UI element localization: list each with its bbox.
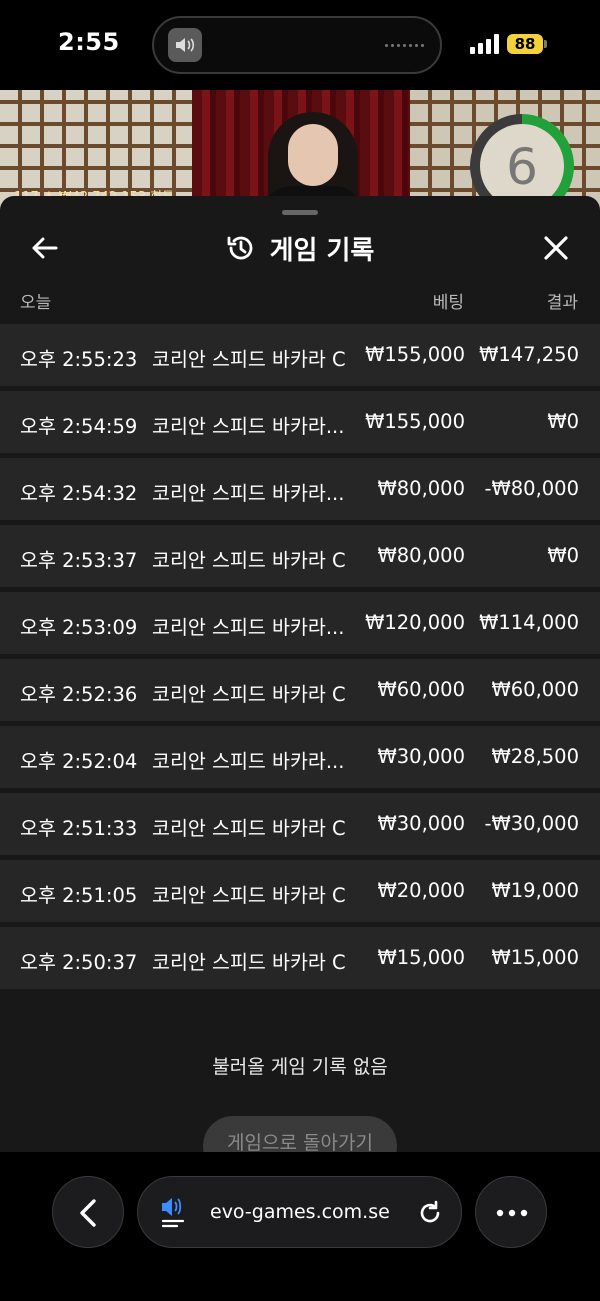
row-game: 코리안 스피드 바카라... xyxy=(152,482,345,505)
row-time: 오후 2:53:37 xyxy=(20,549,138,572)
history-row[interactable]: 오후 2:55:23 코리안 스피드 바카라 C ₩155,000 ₩147,2… xyxy=(0,324,600,386)
row-time: 오후 2:54:59 xyxy=(20,415,138,438)
more-icon xyxy=(496,1209,528,1217)
history-row[interactable]: 오후 2:51:05 코리안 스피드 바카라 C ₩20,000 ₩19,000 xyxy=(0,860,600,922)
address-bar[interactable]: evo-games.com.se xyxy=(137,1176,462,1248)
row-game: 코리안 스피드 바카라... xyxy=(152,616,345,639)
arrow-left-icon xyxy=(32,237,58,259)
history-row[interactable]: 오후 2:53:37 코리안 스피드 바카라 C ₩80,000 ₩0 xyxy=(0,525,600,587)
history-row[interactable]: 오후 2:50:37 코리안 스피드 바카라 C ₩15,000 ₩15,000 xyxy=(0,927,600,989)
round-timer-value: 6 xyxy=(506,138,538,196)
row-game: 코리안 스피드 바카라... xyxy=(152,750,345,773)
row-result: ₩0 xyxy=(547,410,579,433)
close-button[interactable] xyxy=(538,230,574,266)
history-icon xyxy=(227,236,253,260)
history-list: 오후 2:55:23 코리안 스피드 바카라 C ₩155,000 ₩147,2… xyxy=(0,324,600,994)
row-result: ₩19,000 xyxy=(491,879,579,902)
column-bet: 베팅 xyxy=(432,293,464,313)
status-bar: 2:55 88 xyxy=(0,0,600,90)
row-time: 오후 2:50:37 xyxy=(20,951,138,974)
row-bet: ₩60,000 xyxy=(377,678,465,701)
dynamic-island xyxy=(152,16,442,74)
panel-header: 게임 기록 xyxy=(0,226,600,270)
row-game: 코리안 스피드 바카라 C xyxy=(152,683,346,706)
reload-icon[interactable] xyxy=(416,1199,444,1227)
history-row[interactable]: 오후 2:52:04 코리안 스피드 바카라... ₩30,000 ₩28,50… xyxy=(0,726,600,788)
history-row[interactable]: 오후 2:51:33 코리안 스피드 바카라 C ₩30,000 -₩30,00… xyxy=(0,793,600,855)
row-game: 코리안 스피드 바카라 C xyxy=(152,951,346,974)
row-bet: ₩30,000 xyxy=(377,812,465,835)
row-time: 오후 2:51:05 xyxy=(20,884,138,907)
row-time: 오후 2:53:09 xyxy=(20,616,138,639)
row-result: -₩30,000 xyxy=(484,812,579,835)
row-game: 코리안 스피드 바카라 C xyxy=(152,884,346,907)
row-time: 오후 2:55:23 xyxy=(20,348,138,371)
row-time: 오후 2:52:36 xyxy=(20,683,138,706)
browser-toolbar: evo-games.com.se xyxy=(0,1152,600,1301)
panel-title: 게임 기록 xyxy=(269,235,375,266)
history-row[interactable]: 오후 2:52:36 코리안 스피드 바카라 C ₩60,000 ₩60,000 xyxy=(0,659,600,721)
row-bet: ₩120,000 xyxy=(365,611,465,634)
more-button[interactable] xyxy=(475,1176,547,1248)
signal-icon xyxy=(470,34,500,54)
row-time: 오후 2:51:33 xyxy=(20,817,138,840)
row-bet: ₩155,000 xyxy=(365,410,465,433)
row-bet: ₩15,000 xyxy=(377,946,465,969)
row-result: -₩80,000 xyxy=(484,477,579,500)
row-bet: ₩20,000 xyxy=(377,879,465,902)
live-video: 117 ♟ ₩42,742,153 회두 6 xyxy=(0,90,600,210)
history-row[interactable]: 오후 2:54:59 코리안 스피드 바카라... ₩155,000 ₩0 xyxy=(0,391,600,453)
row-time: 오후 2:52:04 xyxy=(20,750,138,773)
dealer-face xyxy=(288,124,338,186)
row-result: ₩60,000 xyxy=(491,678,579,701)
sheet-grabber[interactable] xyxy=(282,210,318,215)
chevron-left-icon xyxy=(80,1199,96,1227)
row-result: ₩0 xyxy=(547,544,579,567)
column-result: 결과 xyxy=(546,293,578,313)
battery-icon: 88 xyxy=(507,34,543,54)
game-history-panel: 게임 기록 오늘 베팅 결과 오후 2:55:23 코리안 스피드 바카라 C … xyxy=(0,196,600,1301)
column-headers: 오늘 베팅 결과 xyxy=(0,288,600,313)
column-date: 오늘 xyxy=(20,293,52,313)
row-bet: ₩155,000 xyxy=(365,343,465,366)
battery-tip xyxy=(544,40,547,48)
row-game: 코리안 스피드 바카라 C xyxy=(152,348,346,371)
row-bet: ₩80,000 xyxy=(377,477,465,500)
status-time: 2:55 xyxy=(58,28,120,56)
row-time: 오후 2:54:32 xyxy=(20,482,138,505)
speaker-icon xyxy=(161,1198,185,1228)
island-dots xyxy=(385,44,424,47)
back-button[interactable] xyxy=(26,230,62,266)
row-game: 코리안 스피드 바카라... xyxy=(152,415,345,438)
row-result: ₩147,250 xyxy=(479,343,579,366)
row-bet: ₩30,000 xyxy=(377,745,465,768)
empty-message: 불러올 게임 기록 없음 xyxy=(212,1056,388,1078)
url-text: evo-games.com.se xyxy=(210,1201,390,1223)
history-row[interactable]: 오후 2:53:09 코리안 스피드 바카라... ₩120,000 ₩114,… xyxy=(0,592,600,654)
history-row[interactable]: 오후 2:54:32 코리안 스피드 바카라... ₩80,000 -₩80,0… xyxy=(0,458,600,520)
browser-back-button[interactable] xyxy=(52,1176,124,1248)
row-game: 코리안 스피드 바카라 C xyxy=(152,549,346,572)
row-result: ₩28,500 xyxy=(491,745,579,768)
speaker-icon xyxy=(168,28,202,62)
close-icon xyxy=(544,236,568,260)
row-bet: ₩80,000 xyxy=(377,544,465,567)
row-game: 코리안 스피드 바카라 C xyxy=(152,817,346,840)
row-result: ₩114,000 xyxy=(479,611,579,634)
row-result: ₩15,000 xyxy=(491,946,579,969)
